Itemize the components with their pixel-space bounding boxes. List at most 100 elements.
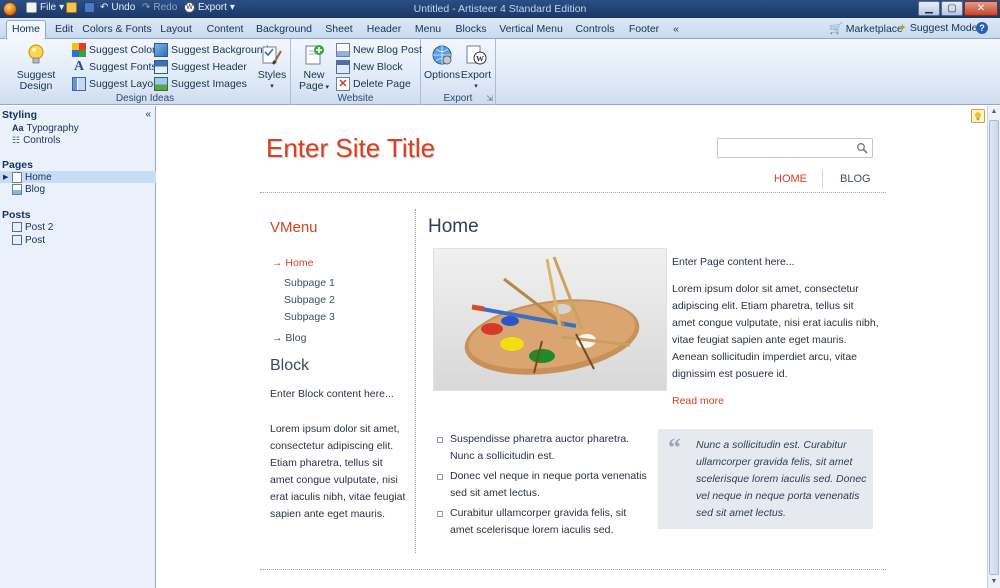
vertical-scrollbar[interactable]: ▲ ▼	[987, 106, 1000, 588]
suggest-images-button[interactable]: Suggest Images	[154, 77, 247, 91]
block-line: erat iaculis nibh, vitae feugiat	[270, 491, 406, 503]
tree-item-page-blog[interactable]: Blog	[12, 183, 45, 195]
open-button[interactable]	[66, 2, 77, 13]
app-menu-icon[interactable]	[3, 2, 17, 16]
post-line: vitae feugiat sapien ante eget mauris.	[672, 334, 847, 346]
new-block-button[interactable]: New Block	[336, 60, 403, 74]
tab-home[interactable]: Home	[6, 20, 46, 40]
scrollbar-thumb[interactable]	[989, 120, 999, 575]
tabs-collapse-button[interactable]: «	[670, 21, 682, 39]
redo-icon: ↷	[142, 2, 151, 13]
tab-vertical-menu[interactable]: Vertical Menu	[498, 21, 564, 39]
suggest-design-button[interactable]: Suggest Design	[3, 43, 69, 92]
tab-menu[interactable]: Menu	[412, 21, 444, 39]
font-a-icon: A	[73, 59, 85, 74]
site-title[interactable]: Enter Site Title	[266, 133, 435, 164]
post-2-label: Post 2	[25, 221, 54, 233]
sidebar-divider	[415, 209, 416, 553]
paint-palette-illustration	[464, 256, 640, 375]
post-image-palette[interactable]	[433, 248, 667, 391]
tab-colors-fonts[interactable]: Colors & Fonts	[82, 21, 152, 39]
options-button[interactable]: Options	[424, 43, 460, 81]
tab-layout[interactable]: Layout	[157, 21, 195, 39]
delete-page-label: Delete Page	[353, 78, 411, 90]
file-menu-button[interactable]: File ▾	[26, 2, 64, 13]
tree-item-typography[interactable]: Aa Typography	[12, 122, 79, 134]
vmenu-item-blog[interactable]: → Blog	[272, 332, 306, 344]
site-search-input[interactable]	[717, 138, 873, 158]
tab-background[interactable]: Background	[255, 21, 313, 39]
tab-edit[interactable]: Edit	[50, 21, 78, 39]
save-button[interactable]	[84, 2, 95, 13]
hint-lightbulb-icon[interactable]	[971, 109, 985, 123]
save-disk-icon	[84, 2, 95, 13]
tab-header[interactable]: Header	[364, 21, 404, 39]
tab-blocks[interactable]: Blocks	[454, 21, 488, 39]
scroll-up-arrow-icon[interactable]: ▲	[988, 106, 1000, 118]
export-quick-label: Export	[198, 2, 227, 13]
marketplace-button[interactable]: 🛒 Marketplace	[829, 22, 903, 36]
post-line: adipiscing elit. Etiam pharetra, tellus …	[672, 300, 854, 312]
close-button[interactable]: ✕	[964, 1, 998, 16]
blog-page-icon	[12, 183, 22, 195]
bullet-square-icon	[437, 437, 443, 443]
new-blog-post-button[interactable]: New Blog Post	[336, 43, 422, 57]
vmenu-subitem-3[interactable]: Subpage 3	[284, 311, 335, 323]
typography-icon: Aa	[12, 123, 24, 133]
arrow-right-icon: →	[272, 332, 286, 344]
vmenu-subitem-2[interactable]: Subpage 2	[284, 294, 335, 306]
list-item: Curabitur ullamcorper gravida felis, sit…	[450, 505, 626, 539]
group-export: Options W Export ▾ Export ⇲	[421, 39, 496, 105]
vmenu-title: VMenu	[270, 219, 318, 236]
quote-line: ullamcorper gravida felis, sit amet	[696, 456, 853, 468]
tree-item-post-2[interactable]: Post 2	[12, 221, 53, 233]
minimize-button[interactable]: ▁	[918, 1, 940, 16]
read-more-link[interactable]: Read more	[672, 395, 724, 407]
tree-item-post[interactable]: Post	[12, 234, 45, 246]
undo-label: Undo	[111, 2, 136, 13]
typography-label: Typography	[26, 122, 79, 134]
options-label: Options	[424, 69, 461, 81]
vmenu-subitem-1[interactable]: Subpage 1	[284, 277, 335, 289]
scroll-down-arrow-icon[interactable]: ▼	[988, 576, 1000, 588]
undo-button[interactable]: ↶ Undo	[100, 2, 135, 13]
dialog-launcher-icon[interactable]: ⇲	[486, 94, 493, 103]
post-line: amet congue vulputate, nisi erat iaculis…	[672, 317, 879, 329]
suggest-fonts-label: Suggest Fonts	[89, 61, 157, 73]
post-intro: Enter Page content here...	[672, 256, 795, 268]
tab-controls[interactable]: Controls	[574, 21, 616, 39]
help-button[interactable]: ?	[976, 22, 988, 34]
suggest-fonts-button[interactable]: A Suggest Fonts	[72, 60, 157, 74]
panel-collapse-button[interactable]: «	[145, 109, 151, 120]
tab-content[interactable]: Content	[203, 21, 247, 39]
footer-divider	[260, 569, 886, 570]
block-title: Block	[270, 357, 310, 374]
quote-line: sed sit amet lectus.	[696, 507, 786, 519]
list-item-line: Nunc a sollicitudin est.	[450, 450, 555, 462]
new-page-button[interactable]: New Page ▾	[299, 43, 329, 93]
tab-sheet[interactable]: Sheet	[322, 21, 356, 39]
export-quick-button[interactable]: W Export ▾	[184, 2, 235, 13]
block-line: Etiam pharetra, tellus sit	[270, 457, 383, 469]
suggest-layout-button[interactable]: Suggest Layout	[72, 77, 162, 91]
delete-page-button[interactable]: ✕ Delete Page	[336, 77, 411, 91]
suggest-header-button[interactable]: Suggest Header	[154, 60, 247, 74]
export-button[interactable]: W Export ▾	[459, 43, 493, 92]
redo-button[interactable]: ↷ Redo	[142, 2, 177, 13]
site-nav-blog[interactable]: BLOG	[840, 173, 871, 185]
styles-button[interactable]: Styles ▾	[257, 43, 287, 92]
suggest-background-button[interactable]: Suggest Background	[154, 43, 268, 57]
vmenu-item-home[interactable]: → Home	[272, 257, 313, 269]
help-icon: ?	[976, 22, 988, 34]
tree-item-controls[interactable]: ☷ Controls	[12, 134, 60, 146]
tree-expand-icon[interactable]: ▶	[3, 173, 8, 181]
post-line: dignissim est posuere id.	[672, 368, 788, 380]
suggest-colors-button[interactable]: Suggest Colors	[72, 43, 161, 57]
tab-footer[interactable]: Footer	[626, 21, 662, 39]
site-nav-home[interactable]: HOME	[774, 173, 807, 185]
tree-item-page-home[interactable]: ▶ Home	[0, 171, 156, 183]
post-line: Lorem ipsum dolor sit amet, consectetur	[672, 283, 859, 295]
ribbon: Suggest Design Suggest Colors A Suggest …	[0, 39, 1000, 105]
maximize-button[interactable]: ▢	[941, 1, 963, 16]
suggest-mode-button[interactable]: ✦ Suggest Mode	[898, 22, 978, 34]
